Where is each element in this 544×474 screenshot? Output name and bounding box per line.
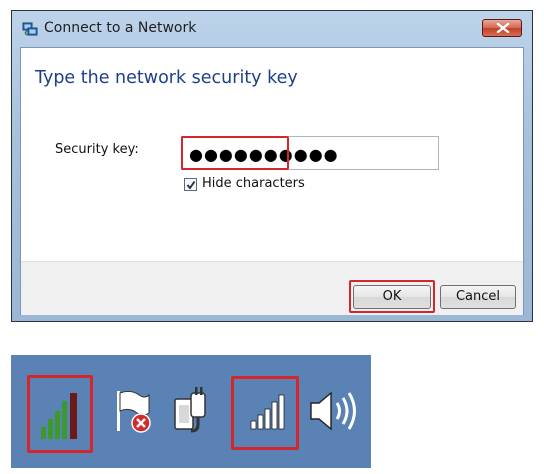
checkmark-icon [186, 180, 196, 190]
network-icon [22, 21, 38, 37]
system-tray [11, 355, 371, 468]
window-title: Connect to a Network [44, 20, 197, 36]
key-highlight-box [181, 136, 289, 170]
hide-characters-label: Hide characters [202, 176, 305, 191]
cancel-button[interactable]: Cancel [440, 285, 516, 309]
close-button[interactable] [482, 19, 522, 37]
ok-highlight-box [349, 280, 435, 313]
connect-network-dialog: Connect to a Network Type the network se… [11, 10, 533, 322]
close-icon [496, 23, 510, 33]
speaker-volume-icon[interactable] [307, 385, 361, 437]
action-center-icon[interactable] [111, 387, 155, 437]
title-bar[interactable]: Connect to a Network [12, 11, 532, 45]
page-heading: Type the network security key [35, 68, 298, 88]
signal-highlight-box [231, 376, 299, 450]
wireless-highlight-box [27, 375, 93, 453]
dialog-footer: OK Cancel [21, 261, 523, 315]
dialog-content: Type the network security key Security k… [20, 47, 524, 315]
hide-characters-checkbox[interactable] [184, 178, 197, 191]
security-key-label: Security key: [55, 142, 139, 157]
power-plug-icon[interactable] [171, 385, 215, 437]
